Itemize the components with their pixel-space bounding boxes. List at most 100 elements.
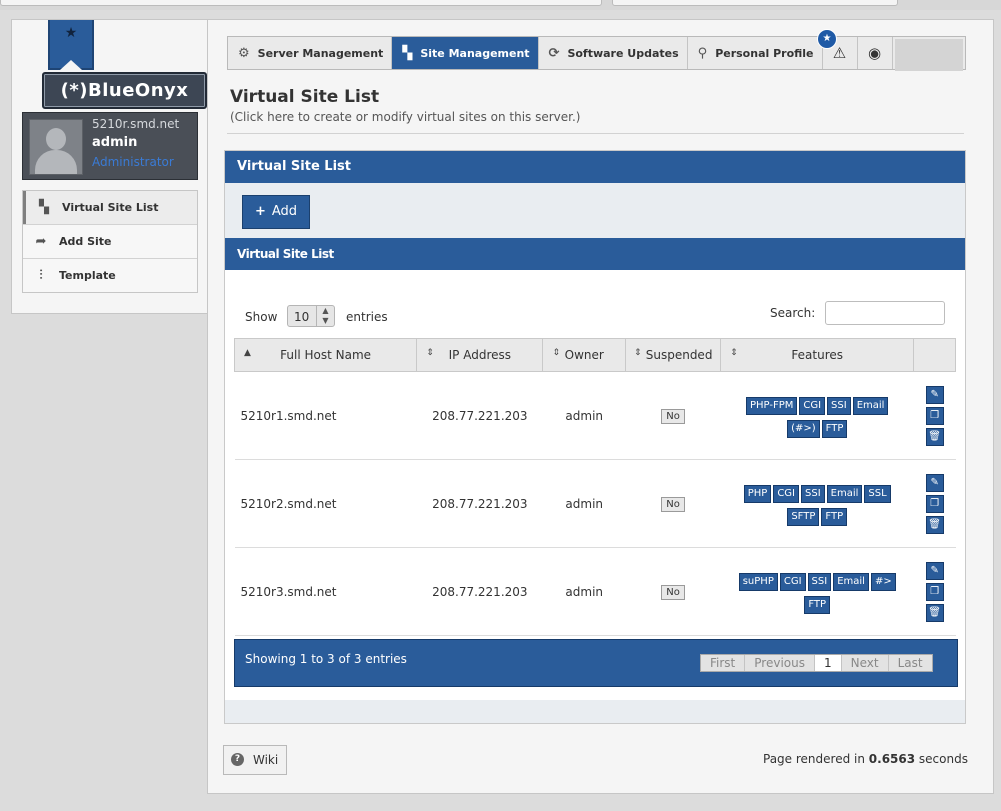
actions-cell: ✎ ❐ 🗑 — [913, 459, 956, 548]
feature-tag: FTP — [821, 507, 848, 526]
feature-tag: Email — [833, 572, 869, 591]
feature-tag: CGI — [773, 484, 800, 503]
refresh-icon: ⟳ — [548, 45, 560, 61]
sidebar-item-virtual-site-list[interactable]: ▚ Virtual Site List — [23, 191, 197, 224]
delete-icon[interactable]: 🗑 — [925, 427, 944, 446]
status-icon: ◉ — [867, 44, 882, 62]
col-full-host-name[interactable]: ▲ Full Host Name — [233, 338, 418, 372]
actions-cell: ✎ ❐ 🗑 — [913, 371, 956, 460]
open-window-icon[interactable]: ❐ — [925, 582, 944, 601]
tab-label: Personal Profile — [715, 46, 814, 60]
feature-tag: CGI — [799, 396, 826, 415]
page-size-value: 10 — [294, 310, 310, 324]
owner-cell: admin — [542, 547, 626, 636]
warning-icon: ⚠ — [832, 44, 847, 62]
page-size-select[interactable]: 10 ▲ ▼ — [287, 305, 335, 327]
page-1-button[interactable]: 1 — [814, 655, 842, 671]
sort-icon: ⇕ — [634, 348, 642, 358]
add-label: Add — [271, 204, 298, 219]
owner-cell: admin — [542, 459, 626, 548]
layout-icon: ▚ — [402, 45, 413, 61]
wiki-label: Wiki — [253, 753, 279, 767]
table-footer: Showing 1 to 3 of 3 entries First Previo… — [234, 639, 958, 687]
wiki-button[interactable]: ? Wiki — [223, 745, 287, 775]
layout-icon: ▚ — [39, 200, 49, 215]
page-title: Virtual Site List — [230, 87, 380, 107]
tab-server-management[interactable]: ⚙ Server Management — [228, 37, 393, 69]
spinner-icon: ▲ ▼ — [316, 306, 334, 326]
main-panel: ⚙ Server Management ▚ Site Management ⟳ Sof… — [207, 19, 994, 794]
features-cell: suPHP CGI SSI Email #> FTP — [720, 547, 914, 636]
user-host: 5210r.smd.net — [92, 117, 180, 131]
blueonyx-logo[interactable]: (*)BlueOnyx — [42, 72, 207, 109]
delete-icon[interactable]: 🗑 — [925, 603, 944, 622]
next-page-button[interactable]: Next — [841, 655, 889, 671]
side-nav: ▚ Virtual Site List ➦ Add Site ⫶ Templat… — [22, 190, 198, 293]
entries-label: entries — [346, 310, 388, 324]
list-subheader: Virtual Site List — [225, 238, 965, 270]
feature-tag: SSI — [827, 396, 851, 415]
tab-label: Server Management — [257, 46, 384, 60]
host-cell: 5210r1.smd.net — [234, 371, 417, 460]
sidebar-item-add-site[interactable]: ➦ Add Site — [23, 224, 197, 258]
table-area: Show 10 ▲ ▼ entries Search: ▲ Full Host Nam… — [225, 270, 965, 700]
delete-icon[interactable]: 🗑 — [925, 515, 944, 534]
last-page-button[interactable]: Last — [888, 655, 932, 671]
user-name: admin — [92, 135, 138, 150]
star-ribbon: ★ — [48, 20, 94, 70]
render-time: Page rendered in 0.6563 seconds — [763, 752, 968, 766]
user-role-link[interactable]: Administrator — [92, 155, 174, 169]
share-arrow-icon: ➦ — [35, 234, 47, 249]
feature-tag: (#>) — [787, 419, 820, 438]
table-row: 5210r2.smd.net 208.77.221.203 admin No P… — [234, 459, 956, 548]
suspended-cell: No — [625, 371, 721, 460]
site-list-block: Virtual Site List + Add Virtual Site List… — [224, 150, 966, 724]
feature-tag: PHP-FPM — [745, 396, 798, 415]
sort-icon: ⇕ — [426, 348, 434, 358]
sidebar-item-template[interactable]: ⫶ Template — [23, 258, 197, 292]
search-label: Search: — [770, 306, 816, 320]
gear-icon: ⚙ — [238, 45, 250, 61]
first-page-button[interactable]: First — [701, 655, 746, 671]
col-owner[interactable]: ⇕ Owner — [542, 338, 626, 372]
feature-tag: SSI — [807, 572, 832, 591]
suspended-badge: No — [661, 496, 685, 512]
block-header: Virtual Site List — [225, 151, 965, 183]
user-box: 5210r.smd.net admin Administrator — [22, 112, 198, 180]
feature-tag: FTP — [821, 419, 848, 438]
edit-icon[interactable]: ✎ — [925, 385, 944, 404]
address-field[interactable] — [0, 0, 602, 6]
tab-personal-profile[interactable]: ⚲ Personal Profile — [688, 37, 823, 69]
search-field[interactable] — [612, 0, 898, 6]
col-ip-address[interactable]: ⇕ IP Address — [416, 338, 544, 372]
edit-icon[interactable]: ✎ — [925, 473, 944, 492]
table-row: 5210r3.smd.net 208.77.221.203 admin No s… — [234, 547, 956, 636]
search-input[interactable] — [825, 301, 945, 325]
page-subtitle: (Click here to create or modify virtual … — [230, 110, 581, 124]
sidebar-item-label: Template — [59, 269, 116, 282]
sort-icon: ⇕ — [730, 348, 738, 358]
top-tabs: ⚙ Server Management ▚ Site Management ⟳ Sof… — [227, 36, 966, 71]
suspended-badge: No — [661, 408, 685, 424]
open-window-icon[interactable]: ❐ — [925, 406, 944, 425]
col-suspended[interactable]: ⇕ Suspended — [624, 338, 722, 372]
table-info: Showing 1 to 3 of 3 entries — [245, 652, 407, 666]
owner-cell: admin — [542, 371, 626, 460]
col-actions — [913, 338, 956, 372]
tab-software-updates[interactable]: ⟳ Software Updates — [539, 37, 688, 69]
notification-badge-icon: ★ — [817, 29, 837, 49]
open-window-icon[interactable]: ❐ — [925, 494, 944, 513]
edit-icon[interactable]: ✎ — [925, 561, 944, 580]
previous-page-button[interactable]: Previous — [745, 655, 815, 671]
actions-cell: ✎ ❐ 🗑 — [913, 547, 956, 636]
render-time-value: 0.6563 — [868, 752, 916, 766]
add-site-button[interactable]: + Add — [242, 195, 310, 229]
table-row: 5210r1.smd.net 208.77.221.203 admin No P… — [234, 371, 956, 460]
divider — [227, 133, 964, 134]
tab-site-management[interactable]: ▚ Site Management — [392, 37, 539, 69]
ip-cell: 208.77.221.203 — [416, 459, 543, 548]
ip-cell: 208.77.221.203 — [416, 371, 543, 460]
status-tab[interactable]: ◉ — [858, 37, 893, 69]
col-features[interactable]: ⇕ Features — [720, 338, 915, 372]
user-icon: ⚲ — [697, 45, 708, 61]
